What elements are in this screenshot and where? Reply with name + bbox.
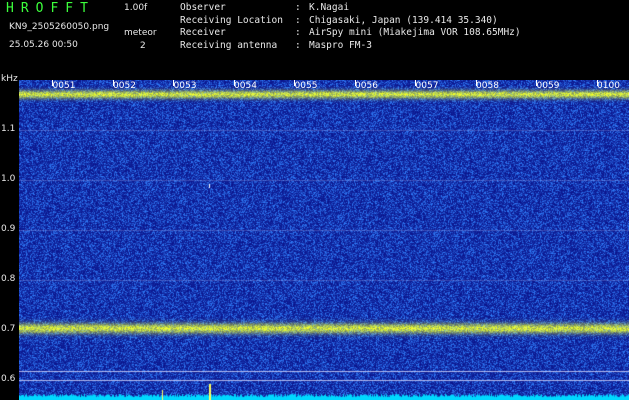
meta-key: Receiving antenna	[180, 39, 278, 51]
y-tick-label: 0.7	[1, 324, 16, 334]
meta-value: Maspro FM-3	[309, 39, 372, 51]
meta-row-observer: Observer: K.Nagai	[180, 2, 350, 13]
y-tick-label: 1.0	[1, 174, 16, 184]
time-tick-label: 0058	[476, 81, 499, 91]
hrofft-window: HROFFT 1.00f KN9_2505260050.png 25.05.26…	[0, 0, 629, 400]
spectrogram-plot[interactable]	[19, 80, 629, 400]
y-axis-unit: kHz	[1, 74, 18, 84]
observation-metadata: Observer: K.Nagai Receiving Location: Chig…	[180, 2, 521, 52]
time-tick-label: 0057	[415, 81, 439, 91]
time-tick-mark	[354, 80, 356, 86]
time-tick-label: 0100	[597, 81, 620, 91]
y-tick-label: 0.6	[1, 374, 16, 384]
time-tick-label: 0052	[113, 81, 136, 91]
y-tick-label: 0.9	[1, 224, 16, 234]
meta-key: Receiving Location	[180, 14, 283, 26]
y-tick-label: 0.8	[1, 274, 16, 284]
time-tick-label: 0055	[294, 81, 318, 91]
meta-key: Receiver	[180, 27, 226, 38]
meta-value: Chigasaki, Japan (139.414 35.340)	[309, 14, 498, 26]
meta-value: K.Nagai	[309, 2, 350, 13]
time-tick-mark	[112, 80, 114, 86]
capture-datetime: 25.05.26 00:50	[9, 40, 78, 50]
time-tick-mark	[52, 80, 53, 86]
meteor-label: meteor	[124, 28, 157, 38]
time-tick-label: 0056	[355, 81, 378, 91]
time-tick-label: 0051	[52, 81, 76, 91]
file-name: KN9_2505260050.png	[9, 22, 110, 32]
y-tick-label: 1.1	[1, 124, 16, 134]
meta-row-antenna: Receiving antenna: Maspro FM-3	[180, 39, 372, 51]
time-tick-mark	[475, 80, 477, 86]
app-version: 1.00f	[124, 3, 148, 13]
time-tick-label: 0053	[173, 81, 197, 91]
time-tick-mark	[596, 80, 598, 86]
meta-key: Observer	[180, 2, 226, 13]
time-tick-label: 0059	[536, 81, 560, 91]
meta-row-location: Receiving Location: Chigasaki, Japan (139…	[180, 14, 498, 26]
time-tick-mark	[233, 80, 235, 86]
app-brand: HROFFT	[6, 1, 95, 16]
time-tick-mark	[173, 80, 174, 86]
time-tick-mark	[415, 80, 416, 86]
time-tick-label: 0054	[234, 81, 257, 91]
meta-value: AirSpy mini (Miakejima VOR 108.65MHz)	[309, 27, 521, 38]
time-tick-mark	[294, 80, 295, 86]
time-tick-mark	[536, 80, 537, 86]
meteor-count: 2	[140, 41, 146, 51]
meta-row-receiver: Receiver: AirSpy mini (Miakejima VOR 108.…	[180, 27, 521, 38]
